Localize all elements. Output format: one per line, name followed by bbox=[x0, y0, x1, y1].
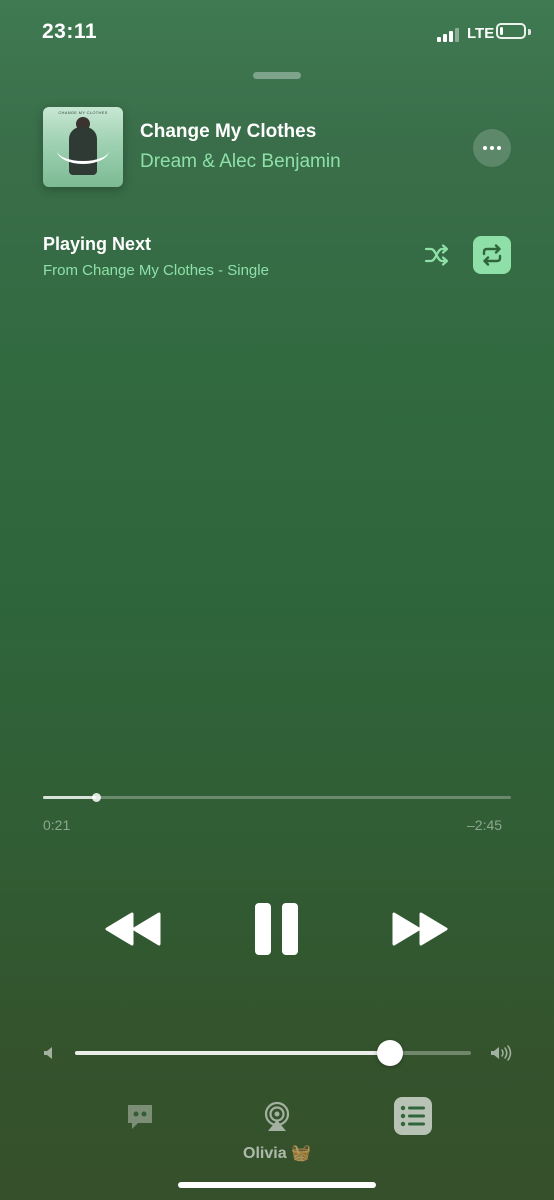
volume-fill bbox=[75, 1051, 390, 1055]
home-indicator[interactable] bbox=[178, 1182, 376, 1188]
speaker-high-icon bbox=[490, 1045, 512, 1061]
airplay-icon bbox=[264, 1101, 290, 1131]
pause-icon bbox=[255, 903, 298, 955]
pause-button[interactable] bbox=[252, 901, 302, 957]
song-title: Change My Clothes bbox=[140, 121, 317, 142]
sheet-grabber[interactable] bbox=[253, 72, 301, 79]
album-artwork[interactable]: CHANGE MY CLOTHES bbox=[43, 107, 123, 187]
fast-forward-button[interactable] bbox=[390, 908, 450, 950]
song-artist[interactable]: Dream & Alec Benjamin bbox=[140, 151, 341, 173]
queue-button[interactable] bbox=[394, 1097, 432, 1135]
more-options-button[interactable] bbox=[473, 129, 511, 167]
lyrics-button[interactable] bbox=[124, 1101, 156, 1133]
playing-next-source: From Change My Clothes - Single bbox=[43, 262, 269, 279]
lyrics-icon bbox=[128, 1105, 152, 1129]
repeat-icon bbox=[482, 244, 502, 266]
speaker-low-icon bbox=[43, 1046, 55, 1060]
repeat-button[interactable] bbox=[473, 236, 511, 274]
status-time: 23:11 bbox=[42, 20, 98, 43]
fast-forward-icon bbox=[392, 912, 448, 946]
rewind-button[interactable] bbox=[103, 908, 163, 950]
elapsed-time: 0:21 bbox=[43, 817, 71, 833]
playback-progress-bar[interactable] bbox=[43, 793, 511, 802]
shuffle-icon bbox=[424, 244, 449, 266]
airplay-button[interactable] bbox=[261, 1101, 293, 1133]
artwork-smile-curve bbox=[57, 137, 109, 164]
remaining-time: –2:45 bbox=[467, 817, 503, 833]
progress-scrubber[interactable] bbox=[92, 793, 102, 802]
playing-next-heading: Playing Next bbox=[43, 234, 152, 254]
airplay-device-name: Olivia 🧺 bbox=[243, 1145, 311, 1162]
battery-nub bbox=[528, 29, 531, 35]
battery-level-fill bbox=[500, 27, 503, 35]
ellipsis-dot bbox=[497, 146, 501, 150]
ellipsis-icon bbox=[483, 146, 487, 150]
progress-fill bbox=[43, 796, 97, 799]
artwork-title-text: CHANGE MY CLOTHES bbox=[58, 110, 108, 115]
volume-slider[interactable] bbox=[75, 1040, 471, 1066]
battery-icon bbox=[496, 23, 526, 39]
cellular-signal-icon bbox=[437, 26, 463, 42]
network-type: LTE bbox=[467, 25, 495, 42]
volume-knob[interactable] bbox=[376, 1040, 403, 1066]
queue-list-icon bbox=[400, 1105, 425, 1127]
shuffle-button[interactable] bbox=[424, 243, 450, 267]
ellipsis-dot bbox=[490, 146, 494, 150]
rewind-icon bbox=[105, 912, 161, 946]
